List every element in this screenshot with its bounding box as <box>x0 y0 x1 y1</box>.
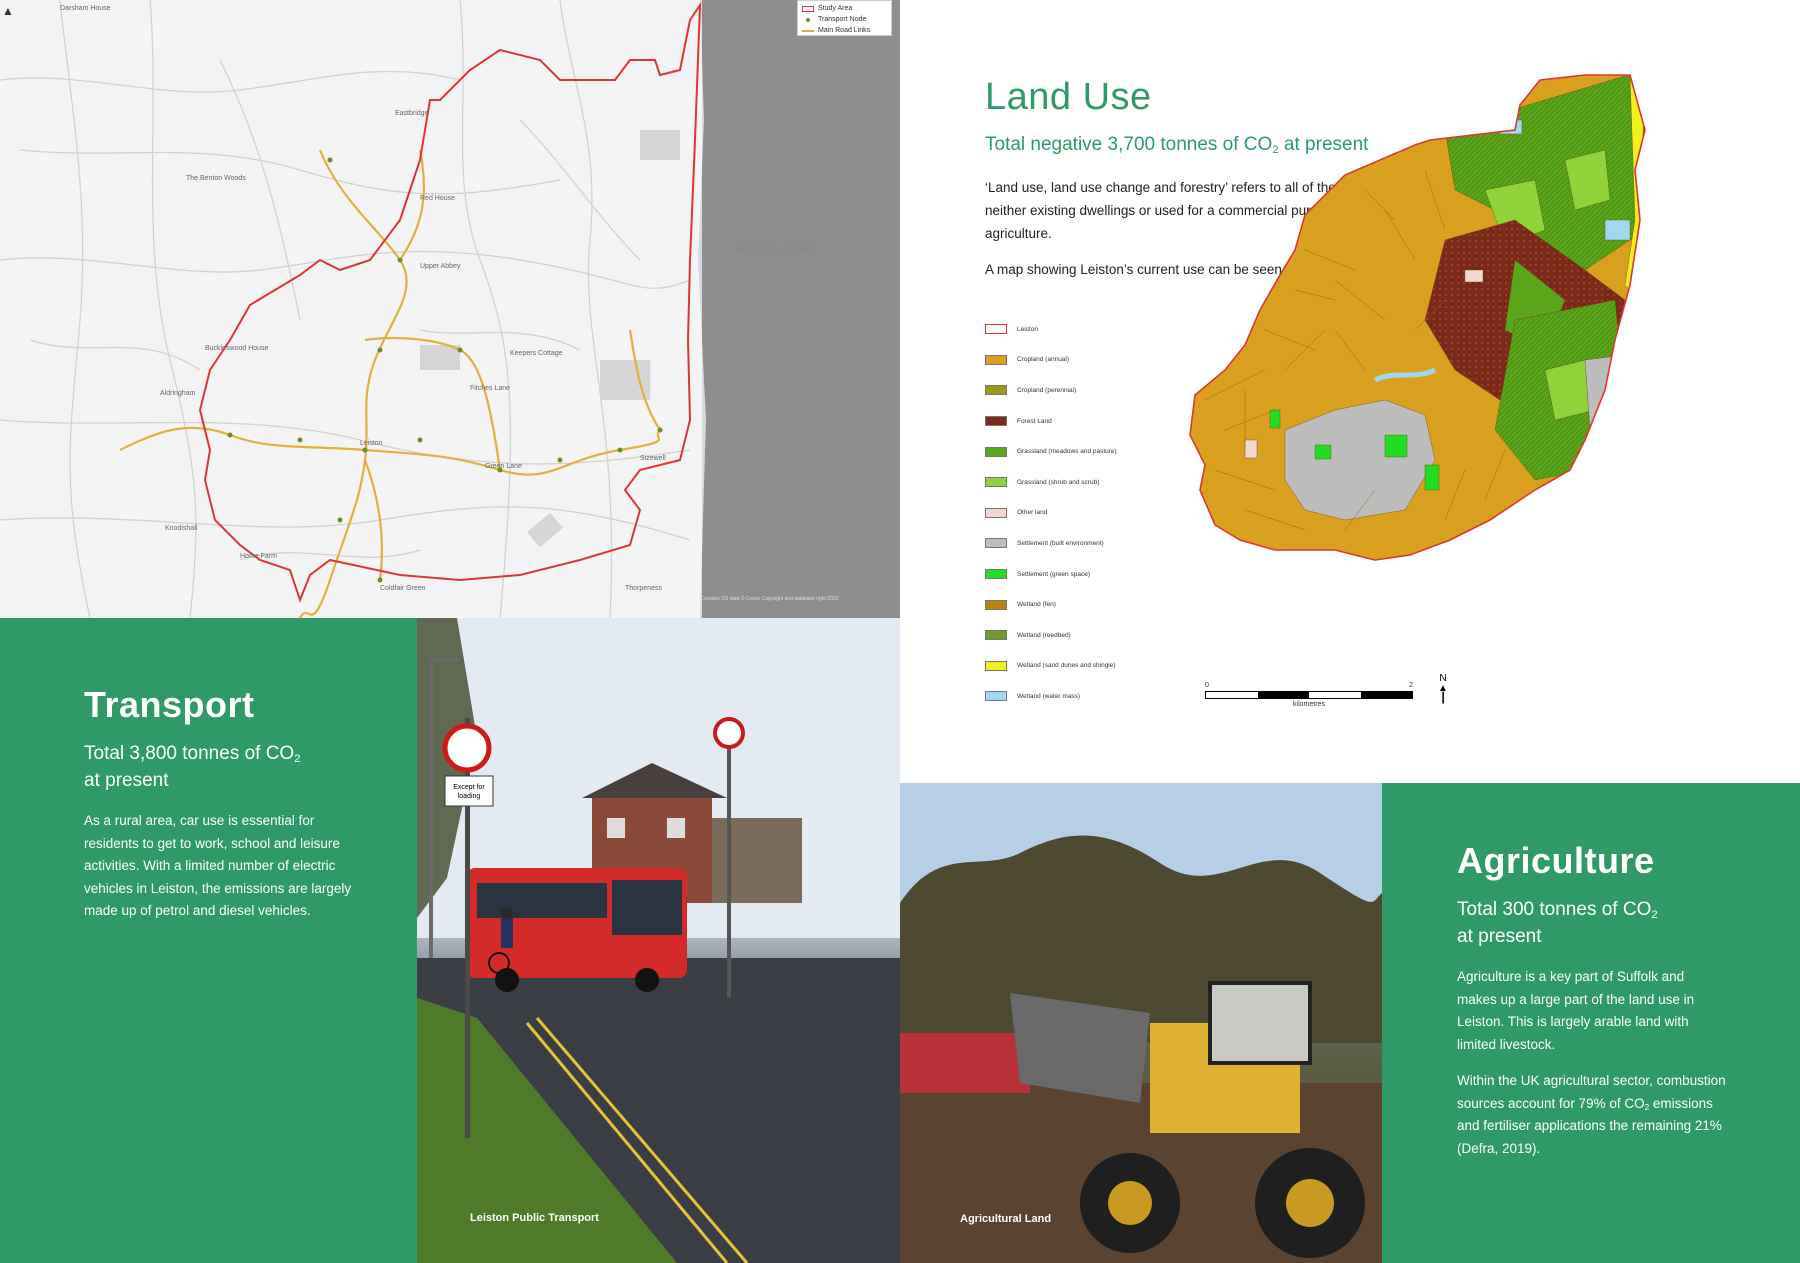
svg-text:Thorpeness: Thorpeness <box>625 585 662 592</box>
subtitle-text: at present <box>1457 926 1542 947</box>
legend-label: Grassland (meadows and pasture) <box>1017 448 1117 456</box>
svg-text:Red House: Red House <box>420 195 455 202</box>
svg-text:Darsham House: Darsham House <box>60 5 111 12</box>
transport-map-canvas: Darsham House The Benton Woods Eastbridg… <box>0 0 900 618</box>
legend-swatch <box>985 507 1007 518</box>
svg-text:Sizewell: Sizewell <box>640 455 666 462</box>
scale-end: 2 <box>1409 682 1413 689</box>
legend-swatch <box>985 569 1007 580</box>
legend-item: Other land <box>985 498 1117 529</box>
transport-section: Transport Total 3,800 tonnes of CO2 at pr… <box>0 618 417 1263</box>
legend-swatch <box>985 354 1007 365</box>
legend-item: Wetland (sand dunes and shingle) <box>985 651 1117 682</box>
legend-item: Settlement (built environment) <box>985 528 1117 559</box>
legend-swatch <box>985 416 1007 427</box>
transport-paragraph: As a rural area, car use is essential fo… <box>84 813 352 919</box>
transport-map: Darsham House The Benton Woods Eastbridg… <box>0 0 900 618</box>
bus-photo: Except for loading Leiston Public Transpo… <box>417 618 900 1263</box>
legend-item: Grassland (meadows and pasture) <box>985 436 1117 467</box>
legend-label: Wetland (water mass) <box>1017 692 1081 700</box>
legend-label: Cropland (perennial) <box>1017 386 1077 394</box>
svg-text:Coldfair Green: Coldfair Green <box>380 585 426 592</box>
legend-item: Leiston <box>985 314 1117 345</box>
svg-text:Aldringham: Aldringham <box>160 390 196 397</box>
sea-label: Minsmere Haven <box>735 244 818 254</box>
legend-item-transport-node: Transport Node <box>802 14 887 25</box>
svg-text:Fitches Lane: Fitches Lane <box>470 385 510 392</box>
legend-label: Settlement (built environment) <box>1017 539 1104 547</box>
north-arrow-icon: ▲ ┃ <box>1438 683 1448 704</box>
transport-map-legend: Study Area Transport Node Main Road Link… <box>797 0 892 36</box>
legend-swatch <box>985 538 1007 549</box>
legend-item: Settlement (green space) <box>985 559 1117 590</box>
legend-item: Wetland (reedbed) <box>985 620 1117 651</box>
subscript: 2 <box>1651 908 1658 921</box>
transport-subtitle: Total 3,800 tonnes of CO2 at present <box>84 740 384 794</box>
subtitle-text: Total 3,800 tonnes of CO <box>84 743 295 764</box>
svg-text:Knodishall: Knodishall <box>165 525 198 532</box>
north-arrow: N ▲ ┃ <box>1438 674 1448 704</box>
legend-swatch <box>985 477 1007 488</box>
legend-item: Grassland (shrub and scrub) <box>985 467 1117 498</box>
svg-text:Green Lane: Green Lane <box>485 463 522 470</box>
farm-photo-caption: Agricultural Land <box>960 1213 1052 1225</box>
scale-start: 0 <box>1205 682 1209 689</box>
subscript: 2 <box>294 752 301 765</box>
farm-photo: Agricultural Land <box>900 783 1382 1263</box>
legend-label: Wetland (fen) <box>1017 601 1056 609</box>
legend-label: Grassland (shrub and scrub) <box>1017 478 1100 486</box>
map-attribution: Contains OS data © Crown Copyright and d… <box>700 595 839 602</box>
svg-text:Home Farm: Home Farm <box>240 553 277 560</box>
legend-item: Cropland (annual) <box>985 345 1117 376</box>
legend-swatch <box>985 660 1007 671</box>
bus-photo-caption: Leiston Public Transport <box>470 1212 599 1224</box>
land-use-map <box>1189 74 1646 561</box>
bus-photo-illustration: Except for loading <box>417 618 900 1263</box>
legend-item-study-area: Study Area <box>802 3 887 14</box>
north-arrow-icon: ▲ <box>2 4 14 18</box>
svg-text:Eastbridge: Eastbridge <box>395 110 429 117</box>
legend-label: Transport Node <box>818 16 867 23</box>
legend-swatch <box>985 691 1007 702</box>
scale-bar-graphic <box>1205 691 1413 699</box>
svg-text:Leiston: Leiston <box>360 440 383 447</box>
legend-swatch <box>985 599 1007 610</box>
agriculture-title: Agriculture <box>1457 840 1655 881</box>
legend-item: Forest Land <box>985 406 1117 437</box>
legend-label: Other land <box>1017 509 1048 517</box>
legend-label: Leiston <box>1017 325 1038 333</box>
legend-item-main-road: Main Road Links <box>802 25 887 36</box>
legend-label: Main Road Links <box>818 27 871 34</box>
svg-text:Upper Abbey: Upper Abbey <box>420 263 461 270</box>
agriculture-paragraph-1: Agriculture is a key part of Suffolk and… <box>1457 969 1695 1052</box>
legend-label: Study Area <box>818 5 853 12</box>
legend-swatch <box>985 385 1007 396</box>
agriculture-paragraph-2: Within the UK agricultural sector, combu… <box>1457 1070 1727 1160</box>
legend-swatch <box>985 446 1007 457</box>
scale-bar: 0 2 kilometres <box>1205 682 1413 708</box>
land-use-title: Land Use <box>985 76 1152 118</box>
legend-label: Settlement (green space) <box>1017 570 1090 578</box>
land-use-legend: Leiston Cropland (annual) Cropland (perenn… <box>985 314 1117 712</box>
subtitle-text: Total 300 tonnes of CO <box>1457 899 1652 920</box>
legend-swatch <box>985 630 1007 641</box>
legend-label: Wetland (sand dunes and shingle) <box>1017 662 1116 670</box>
legend-label: Cropland (annual) <box>1017 356 1070 364</box>
svg-text:Keepers Cottage: Keepers Cottage <box>510 350 563 357</box>
agriculture-section: Agriculture Total 300 tonnes of CO2 at pr… <box>1382 783 1800 1263</box>
svg-text:The Benton Woods: The Benton Woods <box>186 175 246 182</box>
svg-text:Buckleswood House: Buckleswood House <box>205 345 269 352</box>
legend-item: Wetland (water mass) <box>985 681 1117 712</box>
transport-title: Transport <box>84 684 255 725</box>
agriculture-subtitle: Total 300 tonnes of CO2 at present <box>1457 896 1757 950</box>
subtitle-text: at present <box>84 770 169 791</box>
legend-swatch <box>985 324 1007 335</box>
legend-label: Forest Land <box>1017 417 1052 425</box>
scale-unit: kilometres <box>1293 701 1325 708</box>
farm-photo-illustration <box>900 783 1382 1263</box>
legend-item: Wetland (fen) <box>985 589 1117 620</box>
legend-item: Cropland (perennial) <box>985 375 1117 406</box>
legend-label: Wetland (reedbed) <box>1017 631 1071 639</box>
land-use-section: Land Use Total negative 3,700 tonnes of … <box>900 0 1800 783</box>
